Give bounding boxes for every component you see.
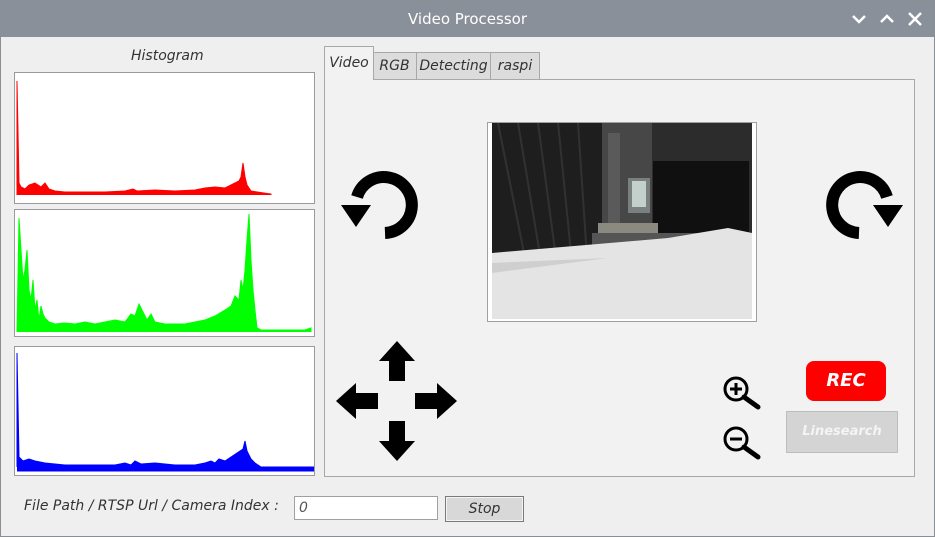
video-processor-window: Video Processor Histogram Video RGB Dete… bbox=[0, 0, 935, 537]
window-title: Video Processor bbox=[407, 10, 528, 28]
tab-detecting[interactable]: Detecting bbox=[416, 52, 491, 80]
stop-button[interactable]: Stop bbox=[445, 496, 524, 522]
close-icon[interactable] bbox=[907, 11, 923, 27]
arrow-down-icon[interactable] bbox=[379, 421, 415, 461]
tab-video[interactable]: Video bbox=[324, 46, 374, 80]
histogram-green-line bbox=[16, 213, 312, 333]
video-feed-image bbox=[492, 123, 752, 319]
chevron-down-icon[interactable] bbox=[851, 11, 867, 27]
rec-button[interactable]: REC bbox=[806, 361, 886, 401]
histogram-blue-line bbox=[16, 352, 315, 472]
histogram-green bbox=[14, 209, 315, 337]
arrow-left-icon[interactable] bbox=[336, 383, 378, 419]
zoom-out-icon[interactable] bbox=[721, 424, 761, 460]
histogram-red-line bbox=[16, 80, 272, 195]
linesearch-button[interactable]: Linesearch bbox=[786, 411, 898, 453]
source-input[interactable] bbox=[294, 496, 438, 520]
chevron-up-icon[interactable] bbox=[879, 11, 895, 27]
rotate-left-icon[interactable] bbox=[341, 169, 421, 243]
rotate-right-icon[interactable] bbox=[821, 169, 903, 243]
arrow-up-icon[interactable] bbox=[379, 341, 415, 381]
histogram-red bbox=[14, 72, 315, 204]
zoom-in-icon[interactable] bbox=[721, 374, 761, 410]
tab-raspi[interactable]: raspi bbox=[490, 52, 540, 80]
video-frame bbox=[487, 122, 757, 322]
title-bar[interactable]: Video Processor bbox=[1, 1, 934, 37]
histogram-blue bbox=[14, 346, 315, 476]
arrow-right-icon[interactable] bbox=[415, 383, 457, 419]
histogram-label: Histogram bbox=[131, 48, 204, 64]
tab-rgb[interactable]: RGB bbox=[372, 52, 417, 80]
source-label: File Path / RTSP Url / Camera Index : bbox=[24, 498, 279, 514]
